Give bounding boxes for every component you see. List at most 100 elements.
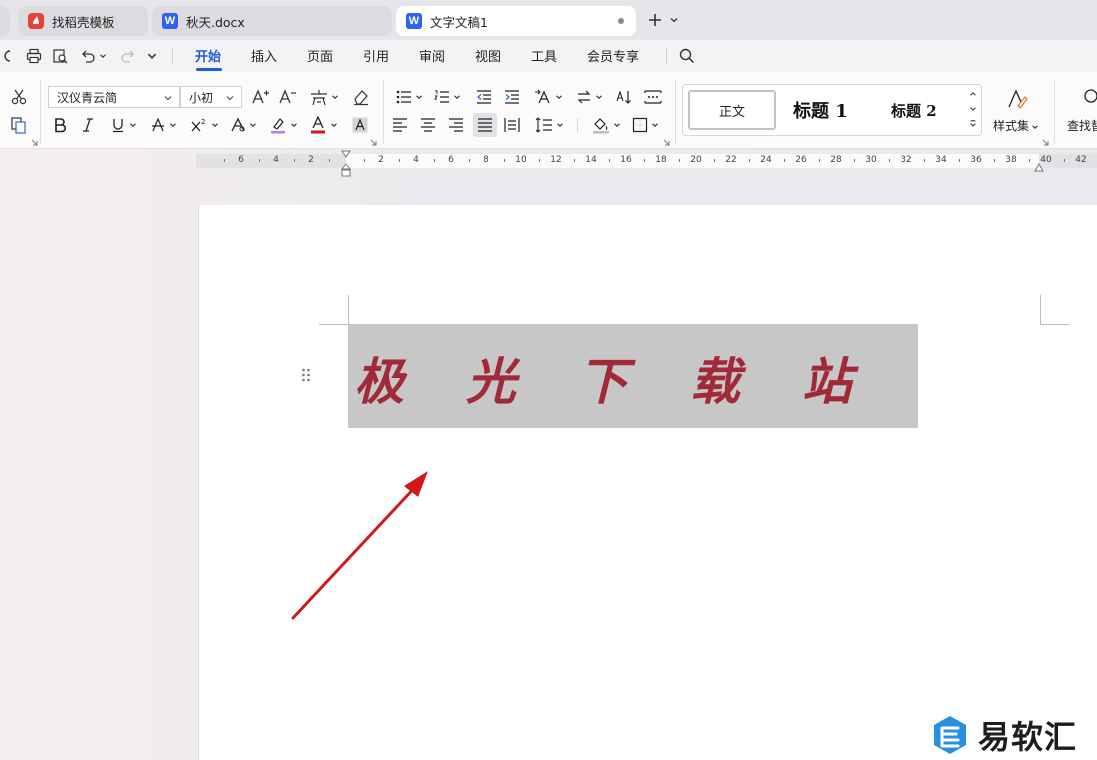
styles-expand[interactable] bbox=[967, 118, 979, 130]
numbered-list-button[interactable] bbox=[432, 86, 452, 108]
undo-dropdown[interactable] bbox=[98, 50, 108, 62]
document-page[interactable]: 极 光 下 载 站 bbox=[198, 205, 1097, 760]
selected-heading-paragraph[interactable]: 极 光 下 载 站 bbox=[348, 324, 918, 428]
right-indent-marker[interactable] bbox=[1034, 163, 1044, 173]
style-heading-2[interactable]: 标题 2 bbox=[891, 100, 937, 121]
increase-indent-button[interactable] bbox=[502, 86, 522, 108]
copy-button[interactable] bbox=[8, 114, 30, 136]
print-preview-button[interactable] bbox=[50, 46, 70, 66]
font-color-dropdown[interactable] bbox=[329, 120, 339, 130]
phonetic-guide-button[interactable] bbox=[307, 86, 331, 108]
highlight-dropdown[interactable] bbox=[289, 120, 299, 130]
strikethrough-icon bbox=[152, 117, 164, 132]
tab-docer-templates[interactable] bbox=[0, 6, 10, 36]
redo-button[interactable] bbox=[118, 46, 138, 66]
find-replace-button[interactable] bbox=[1080, 86, 1097, 108]
find-replace-label[interactable]: 查找替 bbox=[1067, 117, 1097, 134]
tab-list-dropdown[interactable] bbox=[667, 12, 681, 28]
font-color-button[interactable] bbox=[308, 114, 328, 136]
show-marks-button[interactable] bbox=[642, 86, 664, 108]
phonetic-dropdown[interactable] bbox=[330, 92, 340, 102]
unsaved-dot-icon[interactable] bbox=[618, 18, 624, 24]
superscript-dropdown[interactable] bbox=[210, 120, 220, 130]
clipboard-dialog-launcher[interactable] bbox=[30, 138, 38, 146]
align-center-button[interactable] bbox=[418, 114, 438, 136]
shading-button[interactable] bbox=[590, 114, 612, 136]
horizontal-ruler[interactable]: 6 4 2 2 4 6 8 10 12 14 16 18 20 22 24 26 28 30 32 34 36 38 40 4… bbox=[196, 154, 1097, 168]
font-dialog-launcher[interactable] bbox=[369, 138, 377, 146]
sort-button[interactable] bbox=[614, 86, 636, 108]
bullet-list-button[interactable] bbox=[394, 86, 414, 108]
cut-button[interactable] bbox=[8, 86, 30, 108]
menu-view[interactable]: 视图 bbox=[475, 46, 501, 65]
decrease-indent-icon bbox=[477, 90, 491, 104]
grow-font-button[interactable] bbox=[250, 86, 272, 108]
italic-button[interactable] bbox=[78, 114, 98, 136]
distributed-align-icon bbox=[504, 118, 520, 132]
print-button[interactable] bbox=[24, 46, 44, 66]
strikethrough-dropdown[interactable] bbox=[168, 120, 178, 130]
first-line-indent-marker[interactable] bbox=[341, 150, 351, 158]
menu-page[interactable]: 页面 bbox=[307, 46, 333, 65]
style-heading-1[interactable]: 标题 1 bbox=[793, 97, 848, 123]
shrink-font-button[interactable] bbox=[277, 86, 299, 108]
menu-references[interactable]: 引用 bbox=[363, 46, 389, 65]
print-icon bbox=[26, 48, 42, 64]
text-direction-dropdown[interactable] bbox=[554, 92, 564, 102]
drag-handle-icon[interactable] bbox=[301, 368, 311, 382]
new-tab-button[interactable] bbox=[644, 10, 666, 30]
character-shading-button[interactable] bbox=[350, 114, 370, 136]
menu-insert[interactable]: 插入 bbox=[251, 46, 277, 65]
align-right-button[interactable] bbox=[446, 114, 466, 136]
justify-button[interactable] bbox=[473, 113, 497, 137]
superscript-button[interactable]: 2 bbox=[188, 114, 210, 136]
menu-review[interactable]: 审阅 bbox=[419, 46, 445, 65]
search-button[interactable] bbox=[677, 46, 697, 66]
heading-char: 极 bbox=[354, 352, 404, 411]
style-set-button[interactable] bbox=[1004, 86, 1030, 112]
font-size-select[interactable]: 小初 bbox=[180, 86, 242, 108]
shading-dropdown[interactable] bbox=[612, 120, 622, 130]
text-effect-button[interactable] bbox=[228, 114, 248, 136]
text-effect-dropdown[interactable] bbox=[248, 120, 258, 130]
align-left-button[interactable] bbox=[390, 114, 410, 136]
distributed-align-button[interactable] bbox=[502, 114, 522, 136]
bold-button[interactable] bbox=[50, 114, 70, 136]
text-flow-dropdown[interactable] bbox=[594, 92, 604, 102]
styles-scroll-down[interactable] bbox=[967, 103, 979, 115]
hanging-indent-marker[interactable] bbox=[341, 163, 351, 177]
styles-scroll-up[interactable] bbox=[967, 88, 979, 100]
expand-icon bbox=[970, 120, 976, 127]
link-icon[interactable] bbox=[0, 46, 14, 66]
ruler-tick bbox=[538, 159, 540, 162]
tab-autumn-docx[interactable]: W 秋天.docx bbox=[152, 6, 392, 36]
ruler-tick bbox=[888, 159, 890, 162]
chevron-down-icon bbox=[226, 96, 234, 101]
style-set-label[interactable]: 样式集 bbox=[993, 117, 1039, 134]
text-direction-button[interactable] bbox=[532, 86, 554, 108]
quick-access-dropdown[interactable] bbox=[144, 48, 160, 64]
menu-home[interactable]: 开始 bbox=[195, 46, 221, 65]
font-family-select[interactable]: 汉仪青云简 bbox=[48, 86, 180, 108]
strikethrough-button[interactable] bbox=[148, 114, 168, 136]
clear-format-button[interactable] bbox=[350, 86, 372, 108]
line-spacing-button[interactable] bbox=[533, 114, 555, 136]
menu-membership[interactable]: 会员专享 bbox=[587, 46, 639, 65]
underline-dropdown[interactable] bbox=[128, 120, 138, 130]
tab-document-1[interactable]: W 文字文稿1 bbox=[396, 6, 636, 36]
borders-button[interactable] bbox=[630, 114, 650, 136]
highlight-button[interactable] bbox=[268, 114, 288, 136]
undo-button[interactable] bbox=[78, 46, 98, 66]
underline-button[interactable] bbox=[108, 114, 128, 136]
numbered-list-dropdown[interactable] bbox=[452, 92, 462, 102]
borders-dropdown[interactable] bbox=[650, 120, 660, 130]
text-flow-button[interactable] bbox=[574, 86, 594, 108]
decrease-indent-button[interactable] bbox=[474, 86, 494, 108]
paragraph-dialog-launcher[interactable] bbox=[662, 138, 670, 146]
tab-docer-templates[interactable]: 找稻壳模板 bbox=[18, 6, 148, 36]
styles-dialog-launcher[interactable] bbox=[1041, 138, 1049, 146]
menu-tools[interactable]: 工具 bbox=[531, 46, 557, 65]
bullet-list-dropdown[interactable] bbox=[414, 92, 424, 102]
line-spacing-dropdown[interactable] bbox=[555, 120, 565, 130]
style-body-text[interactable]: 正文 bbox=[688, 90, 776, 130]
